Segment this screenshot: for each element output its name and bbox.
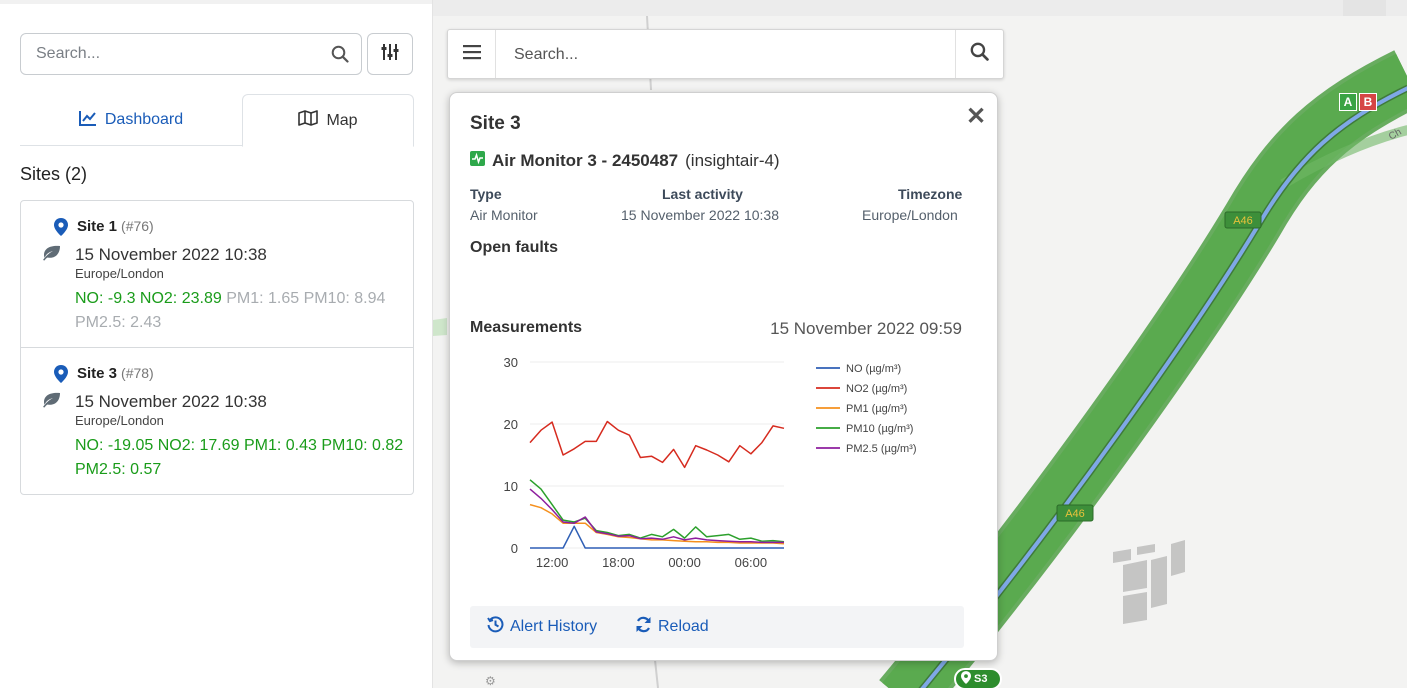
site-id: (#76) xyxy=(121,218,154,234)
type-value: Air Monitor xyxy=(470,207,538,223)
tab-dashboard[interactable]: Dashboard xyxy=(20,94,242,146)
timezone-label: Timezone xyxy=(898,186,963,202)
device-row: Air Monitor 3 - 2450487 (insightair-4) xyxy=(470,151,780,171)
type-label: Type xyxy=(470,186,502,202)
last-activity-label: Last activity xyxy=(662,186,743,202)
sites-list: Site 1 (#76) 15 November 2022 10:38 Europ… xyxy=(20,200,414,495)
site-timezone: Europe/London xyxy=(75,266,164,281)
y-tick-label: 10 xyxy=(504,479,518,494)
site-date: 15 November 2022 10:38 xyxy=(75,392,267,411)
map-menu-button[interactable] xyxy=(448,30,496,78)
legend-label: PM2.5 (µg/m³) xyxy=(846,443,917,455)
series-line xyxy=(530,525,784,549)
sites-title: Sites (2) xyxy=(20,164,88,184)
series-line xyxy=(529,420,785,469)
map-search-input[interactable] xyxy=(514,42,944,68)
sidebar-search-box xyxy=(20,33,362,75)
popup-footer: Alert History Reload xyxy=(470,606,964,648)
alert-history-label: Alert History xyxy=(510,618,598,635)
timezone-value: Europe/London xyxy=(862,207,958,223)
reload-button[interactable]: Reload xyxy=(635,606,709,648)
site-list-item[interactable]: Site 3 (#78) 15 November 2022 10:38 Europ… xyxy=(21,348,413,494)
open-faults-label: Open faults xyxy=(470,239,559,256)
map-view[interactable]: A46 A46 Ch o ⚙ A B Site xyxy=(432,0,1407,688)
chart-line-icon xyxy=(78,110,97,131)
route-end-flag[interactable]: B xyxy=(1359,93,1377,111)
refresh-icon xyxy=(635,616,652,638)
route-start-flag[interactable]: A xyxy=(1339,93,1357,111)
site-list-item[interactable]: Site 1 (#76) 15 November 2022 10:38 Europ… xyxy=(21,201,413,348)
map-search-button[interactable] xyxy=(955,30,1003,78)
measurements-chart: 0 10 20 30 12:00 18:00 00:00 06:00 NO (µg/m³) NO2… xyxy=(504,355,917,570)
sliders-icon xyxy=(381,43,399,66)
close-icon[interactable]: ✕ xyxy=(966,105,986,129)
site-marker-label: S3 xyxy=(974,673,988,685)
device-id: (insightair-4) xyxy=(685,151,780,170)
site-timezone: Europe/London xyxy=(75,413,164,428)
map-icon xyxy=(298,110,319,131)
map-pin-icon xyxy=(961,671,971,687)
legend-label: NO2 (µg/m³) xyxy=(846,383,907,395)
road-label: A46 xyxy=(1065,508,1085,520)
alert-history-button[interactable]: Alert History xyxy=(487,606,597,648)
leaf-icon xyxy=(41,245,61,266)
measurements-label: Measurements xyxy=(470,319,583,336)
site-name: Site 1 (#76) xyxy=(77,218,154,235)
y-tick-label: 20 xyxy=(504,417,518,432)
sidebar-search-input[interactable] xyxy=(21,34,321,74)
x-tick-label: 12:00 xyxy=(536,555,569,570)
map-search-bar xyxy=(447,29,1004,79)
x-tick-label: 06:00 xyxy=(735,555,768,570)
road-label: A46 xyxy=(1233,215,1253,227)
measurements-date: 15 November 2022 09:59 xyxy=(770,319,962,338)
site-values: NO: -9.3 NO2: 23.89 PM1: 1.65 PM10: 8.94… xyxy=(75,287,405,335)
popup-title: Site 3 xyxy=(470,113,521,134)
site-values: NO: -19.05 NO2: 17.69 PM1: 0.43 PM10: 0.… xyxy=(75,434,405,482)
x-tick-label: 00:00 xyxy=(668,555,701,570)
site-values-current: NO: -9.3 NO2: 23.89 xyxy=(75,290,222,307)
monitor-status-icon xyxy=(470,151,485,171)
legend-label: NO (µg/m³) xyxy=(846,363,901,375)
series-line xyxy=(529,479,785,543)
y-tick-label: 30 xyxy=(504,355,518,370)
search-icon xyxy=(970,42,989,66)
site-popup: Site 3 ✕ Air Monitor 3 - 2450487 (insigh… xyxy=(449,92,998,661)
view-tabs: Dashboard Map xyxy=(20,94,414,147)
tab-map[interactable]: Map xyxy=(242,94,414,147)
legend-label: PM10 (µg/m³) xyxy=(846,423,913,435)
reload-label: Reload xyxy=(658,618,709,635)
series-line xyxy=(529,488,784,544)
site-values-current: NO: -19.05 NO2: 17.69 PM1: 0.43 PM10: 0.… xyxy=(75,437,404,478)
map-pin-icon xyxy=(54,365,68,388)
last-activity-value: 15 November 2022 10:38 xyxy=(621,207,779,223)
search-icon[interactable] xyxy=(331,45,349,68)
map-pin-icon xyxy=(54,218,68,241)
site-name-text: Site 1 xyxy=(77,218,118,235)
tab-dashboard-label: Dashboard xyxy=(104,111,184,128)
device-name: Air Monitor 3 - 2450487 xyxy=(492,151,679,170)
leaf-icon xyxy=(41,392,61,413)
sidebar: Dashboard Map Sites (2) Site 1(#76) 15 N… xyxy=(0,0,432,688)
legend-label: PM1 (µg/m³) xyxy=(846,403,907,415)
site-id: (#78) xyxy=(121,365,154,381)
svg-text:⚙: ⚙ xyxy=(485,674,496,688)
site-name-text: Site 3 xyxy=(77,365,118,382)
tab-map-label: Map xyxy=(326,111,358,129)
site-date: 15 November 2022 10:38 xyxy=(75,245,267,264)
site-name: Site 3 (#78) xyxy=(77,365,154,382)
history-icon xyxy=(487,616,504,638)
site-map-marker[interactable]: S3 xyxy=(954,668,1002,688)
x-tick-label: 18:00 xyxy=(602,555,635,570)
filter-button[interactable] xyxy=(367,33,413,75)
hamburger-icon xyxy=(462,44,481,65)
y-tick-label: 0 xyxy=(511,541,518,556)
